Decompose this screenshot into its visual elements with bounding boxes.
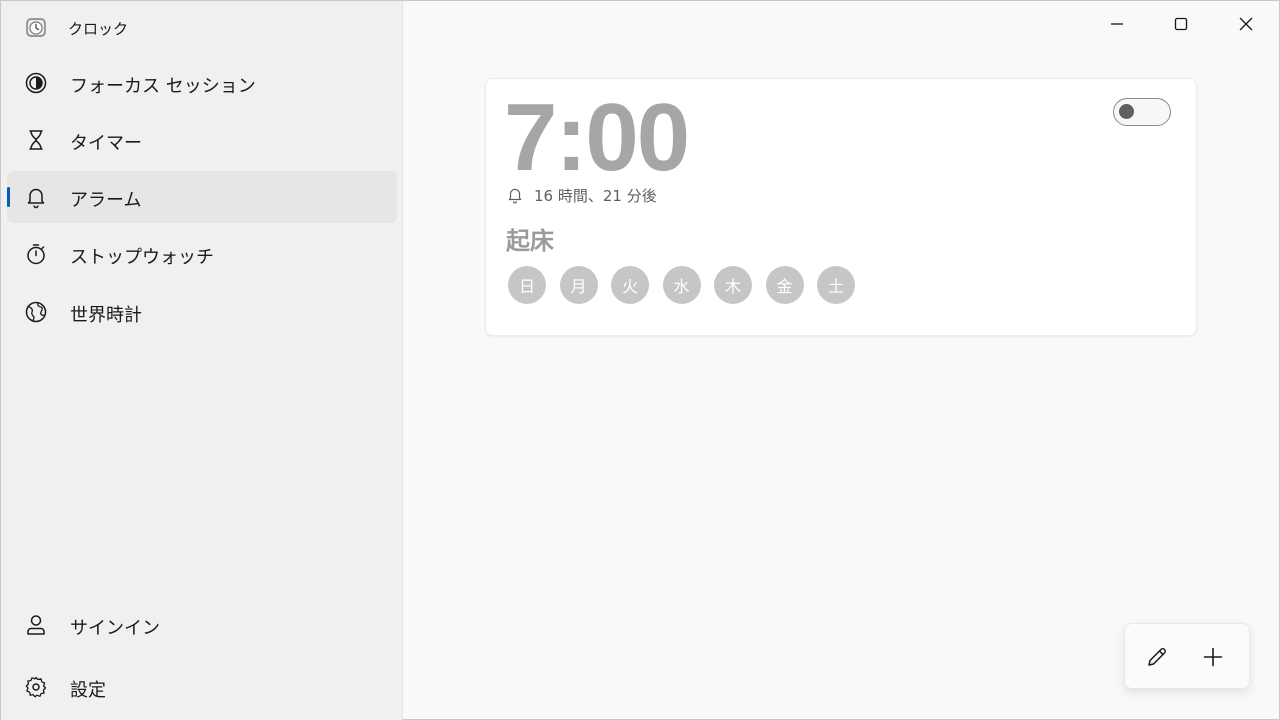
clock-app-icon xyxy=(26,18,46,37)
toggle-knob xyxy=(1119,104,1134,119)
app-title-bar: クロック xyxy=(1,1,403,57)
selection-indicator xyxy=(7,187,10,207)
sidebar-item-stopwatch[interactable]: ストップウォッチ xyxy=(7,228,397,280)
day-chip-monday: 月 xyxy=(559,266,598,304)
sidebar-item-alarm[interactable]: アラーム xyxy=(7,171,397,223)
navigation-pane: クロック フォーカス セッション タイマー アラーム ストップウォッチ 世界時計… xyxy=(1,1,403,720)
gear-icon xyxy=(25,676,47,698)
focus-session-icon xyxy=(25,72,47,94)
day-chip-wednesday: 水 xyxy=(662,266,701,304)
close-button[interactable] xyxy=(1214,1,1278,47)
sidebar-item-label: 世界時計 xyxy=(70,305,142,326)
add-alarm-button[interactable] xyxy=(1197,641,1229,673)
sidebar-item-sign-in[interactable]: サインイン xyxy=(7,599,397,651)
hourglass-icon xyxy=(29,130,43,150)
sidebar-item-label: タイマー xyxy=(70,133,142,154)
sidebar-item-label: ストップウォッチ xyxy=(70,247,214,268)
sidebar-item-settings[interactable]: 設定 xyxy=(7,661,397,713)
day-chip-sunday: 日 xyxy=(508,266,546,304)
alarm-name: 起床 xyxy=(506,227,554,255)
alarm-action-bar xyxy=(1124,623,1250,689)
sidebar-item-label: サインイン xyxy=(70,618,160,639)
alarm-days: 日 月 火 水 木 金 土 xyxy=(508,266,869,304)
sidebar-item-label: フォーカス セッション xyxy=(70,76,256,97)
alarm-card[interactable]: 7:00 16 時間、21 分後 起床 日 月 火 水 木 金 土 xyxy=(485,78,1197,336)
clock-window: クロック フォーカス セッション タイマー アラーム ストップウォッチ 世界時計… xyxy=(0,0,1280,720)
edit-alarms-button[interactable] xyxy=(1141,641,1173,673)
day-chip-saturday: 土 xyxy=(817,266,855,304)
sidebar-item-label: 設定 xyxy=(70,680,106,701)
app-title: クロック xyxy=(68,20,129,38)
sidebar-item-world-clock[interactable]: 世界時計 xyxy=(7,286,397,338)
alarm-toggle[interactable] xyxy=(1113,98,1171,126)
sidebar-item-label: アラーム xyxy=(70,190,142,211)
alarm-remaining-time: 16 時間、21 分後 xyxy=(506,183,657,207)
minimize-icon xyxy=(1111,23,1123,25)
stopwatch-icon xyxy=(27,244,45,265)
bell-icon xyxy=(27,188,45,209)
day-chip-friday: 金 xyxy=(765,266,804,304)
minimize-button[interactable] xyxy=(1085,1,1149,47)
maximize-button[interactable] xyxy=(1149,1,1213,47)
day-chip-thursday: 木 xyxy=(714,266,752,304)
day-chip-tuesday: 火 xyxy=(611,266,649,304)
remaining-text: 16 時間、21 分後 xyxy=(534,186,657,205)
bell-icon xyxy=(508,188,522,204)
sidebar-item-focus-sessions[interactable]: フォーカス セッション xyxy=(7,57,397,109)
close-icon xyxy=(1239,17,1253,31)
pencil-icon xyxy=(1148,648,1166,666)
person-icon xyxy=(27,615,45,635)
plus-icon xyxy=(1203,647,1223,667)
maximize-icon xyxy=(1174,17,1188,31)
globe-icon xyxy=(25,301,47,323)
alarm-time: 7:00 xyxy=(504,84,690,191)
sidebar-item-timer[interactable]: タイマー xyxy=(7,114,397,166)
